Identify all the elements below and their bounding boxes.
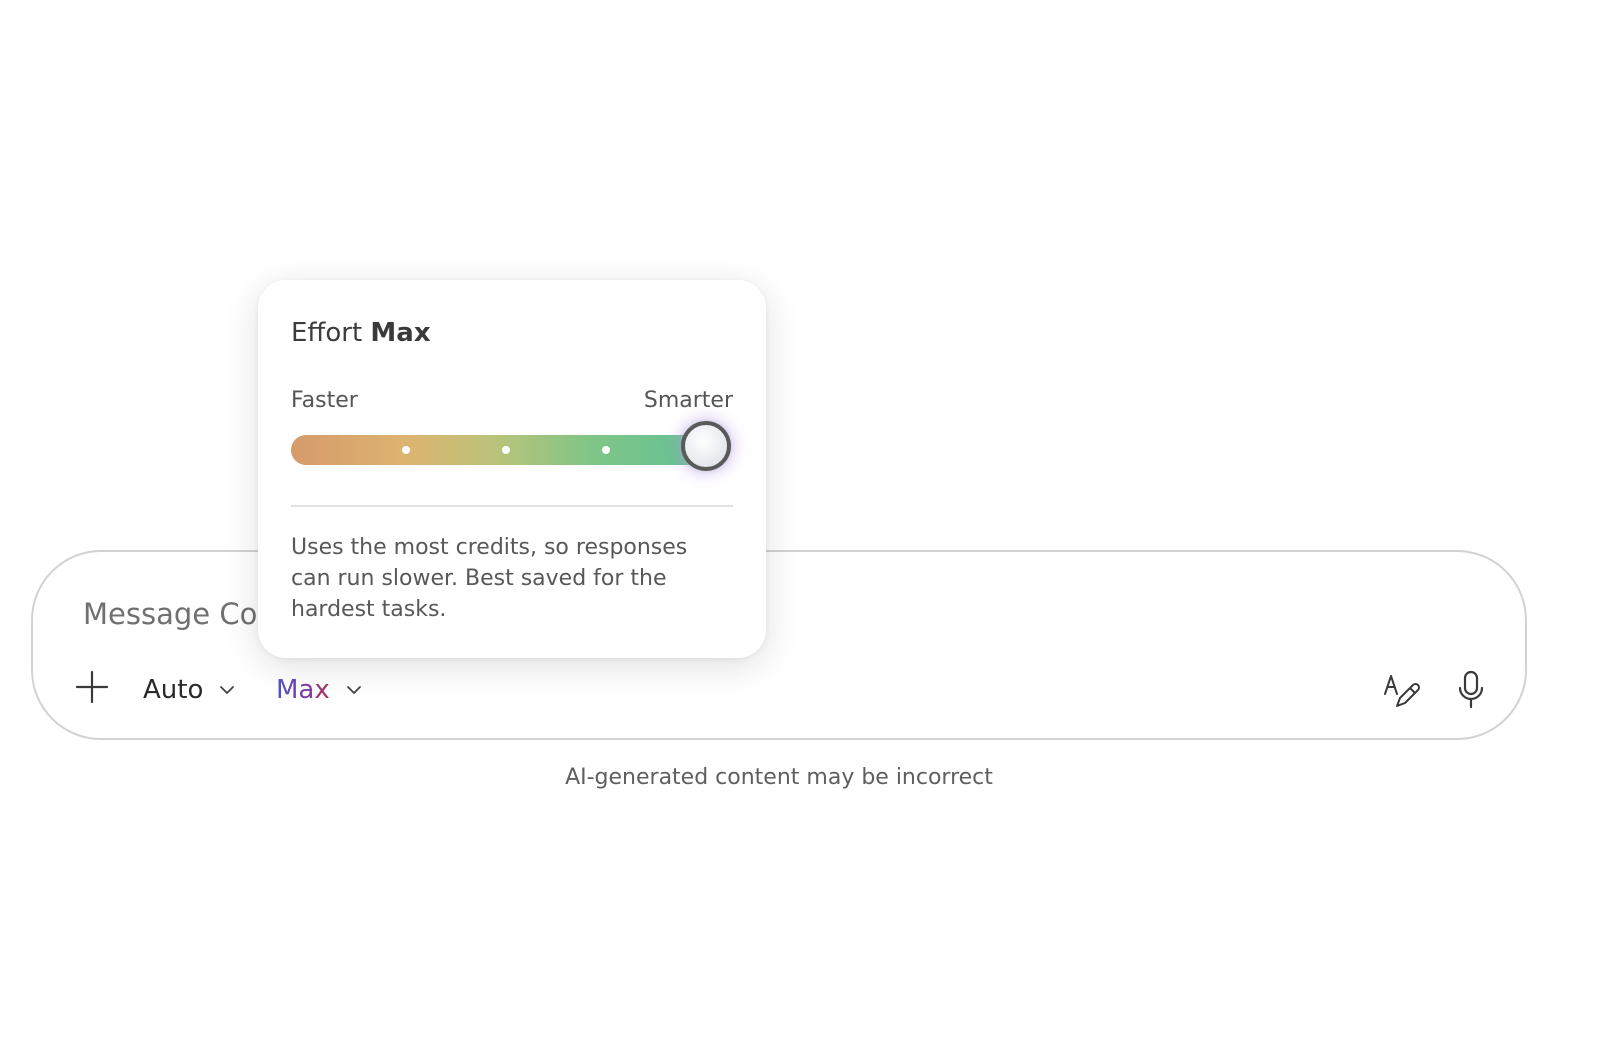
- effort-description: Uses the most credits, so responses can …: [291, 535, 688, 622]
- effort-title-prefix: Effort: [291, 318, 363, 348]
- effort-selector-label: Max: [276, 675, 330, 705]
- slider-step-dot[interactable]: [602, 446, 610, 454]
- model-selector-button[interactable]: Auto: [143, 670, 235, 710]
- handwriting-button[interactable]: [1379, 668, 1423, 712]
- add-attachment-button[interactable]: [73, 668, 111, 706]
- chevron-down-icon: [220, 686, 235, 694]
- popover-divider: [291, 505, 733, 507]
- page: Auto Max AI-generated: [0, 0, 1600, 1060]
- model-selector-label: Auto: [143, 675, 204, 705]
- handwriting-pen-icon: [1384, 675, 1421, 707]
- plus-icon: [75, 670, 109, 704]
- effort-popover: Effort Max Faster Smarter Uses the most …: [258, 280, 766, 658]
- effort-slider-track[interactable]: [291, 421, 731, 471]
- slider-step-dot[interactable]: [502, 446, 510, 454]
- slider-step-dot[interactable]: [402, 446, 410, 454]
- chevron-down-icon: [346, 686, 361, 694]
- effort-title: Effort Max: [291, 318, 431, 348]
- slider-min-label: Faster: [291, 388, 358, 413]
- effort-title-level: Max: [370, 318, 431, 348]
- microphone-icon: [1458, 670, 1484, 709]
- microphone-button[interactable]: [1451, 668, 1491, 712]
- ai-disclaimer: AI-generated content may be incorrect: [565, 765, 993, 790]
- message-composer: Auto Max: [31, 550, 1527, 740]
- slider-max-label: Smarter: [643, 388, 733, 413]
- effort-selector-button[interactable]: Max: [276, 670, 362, 710]
- effort-slider-thumb[interactable]: [681, 421, 731, 471]
